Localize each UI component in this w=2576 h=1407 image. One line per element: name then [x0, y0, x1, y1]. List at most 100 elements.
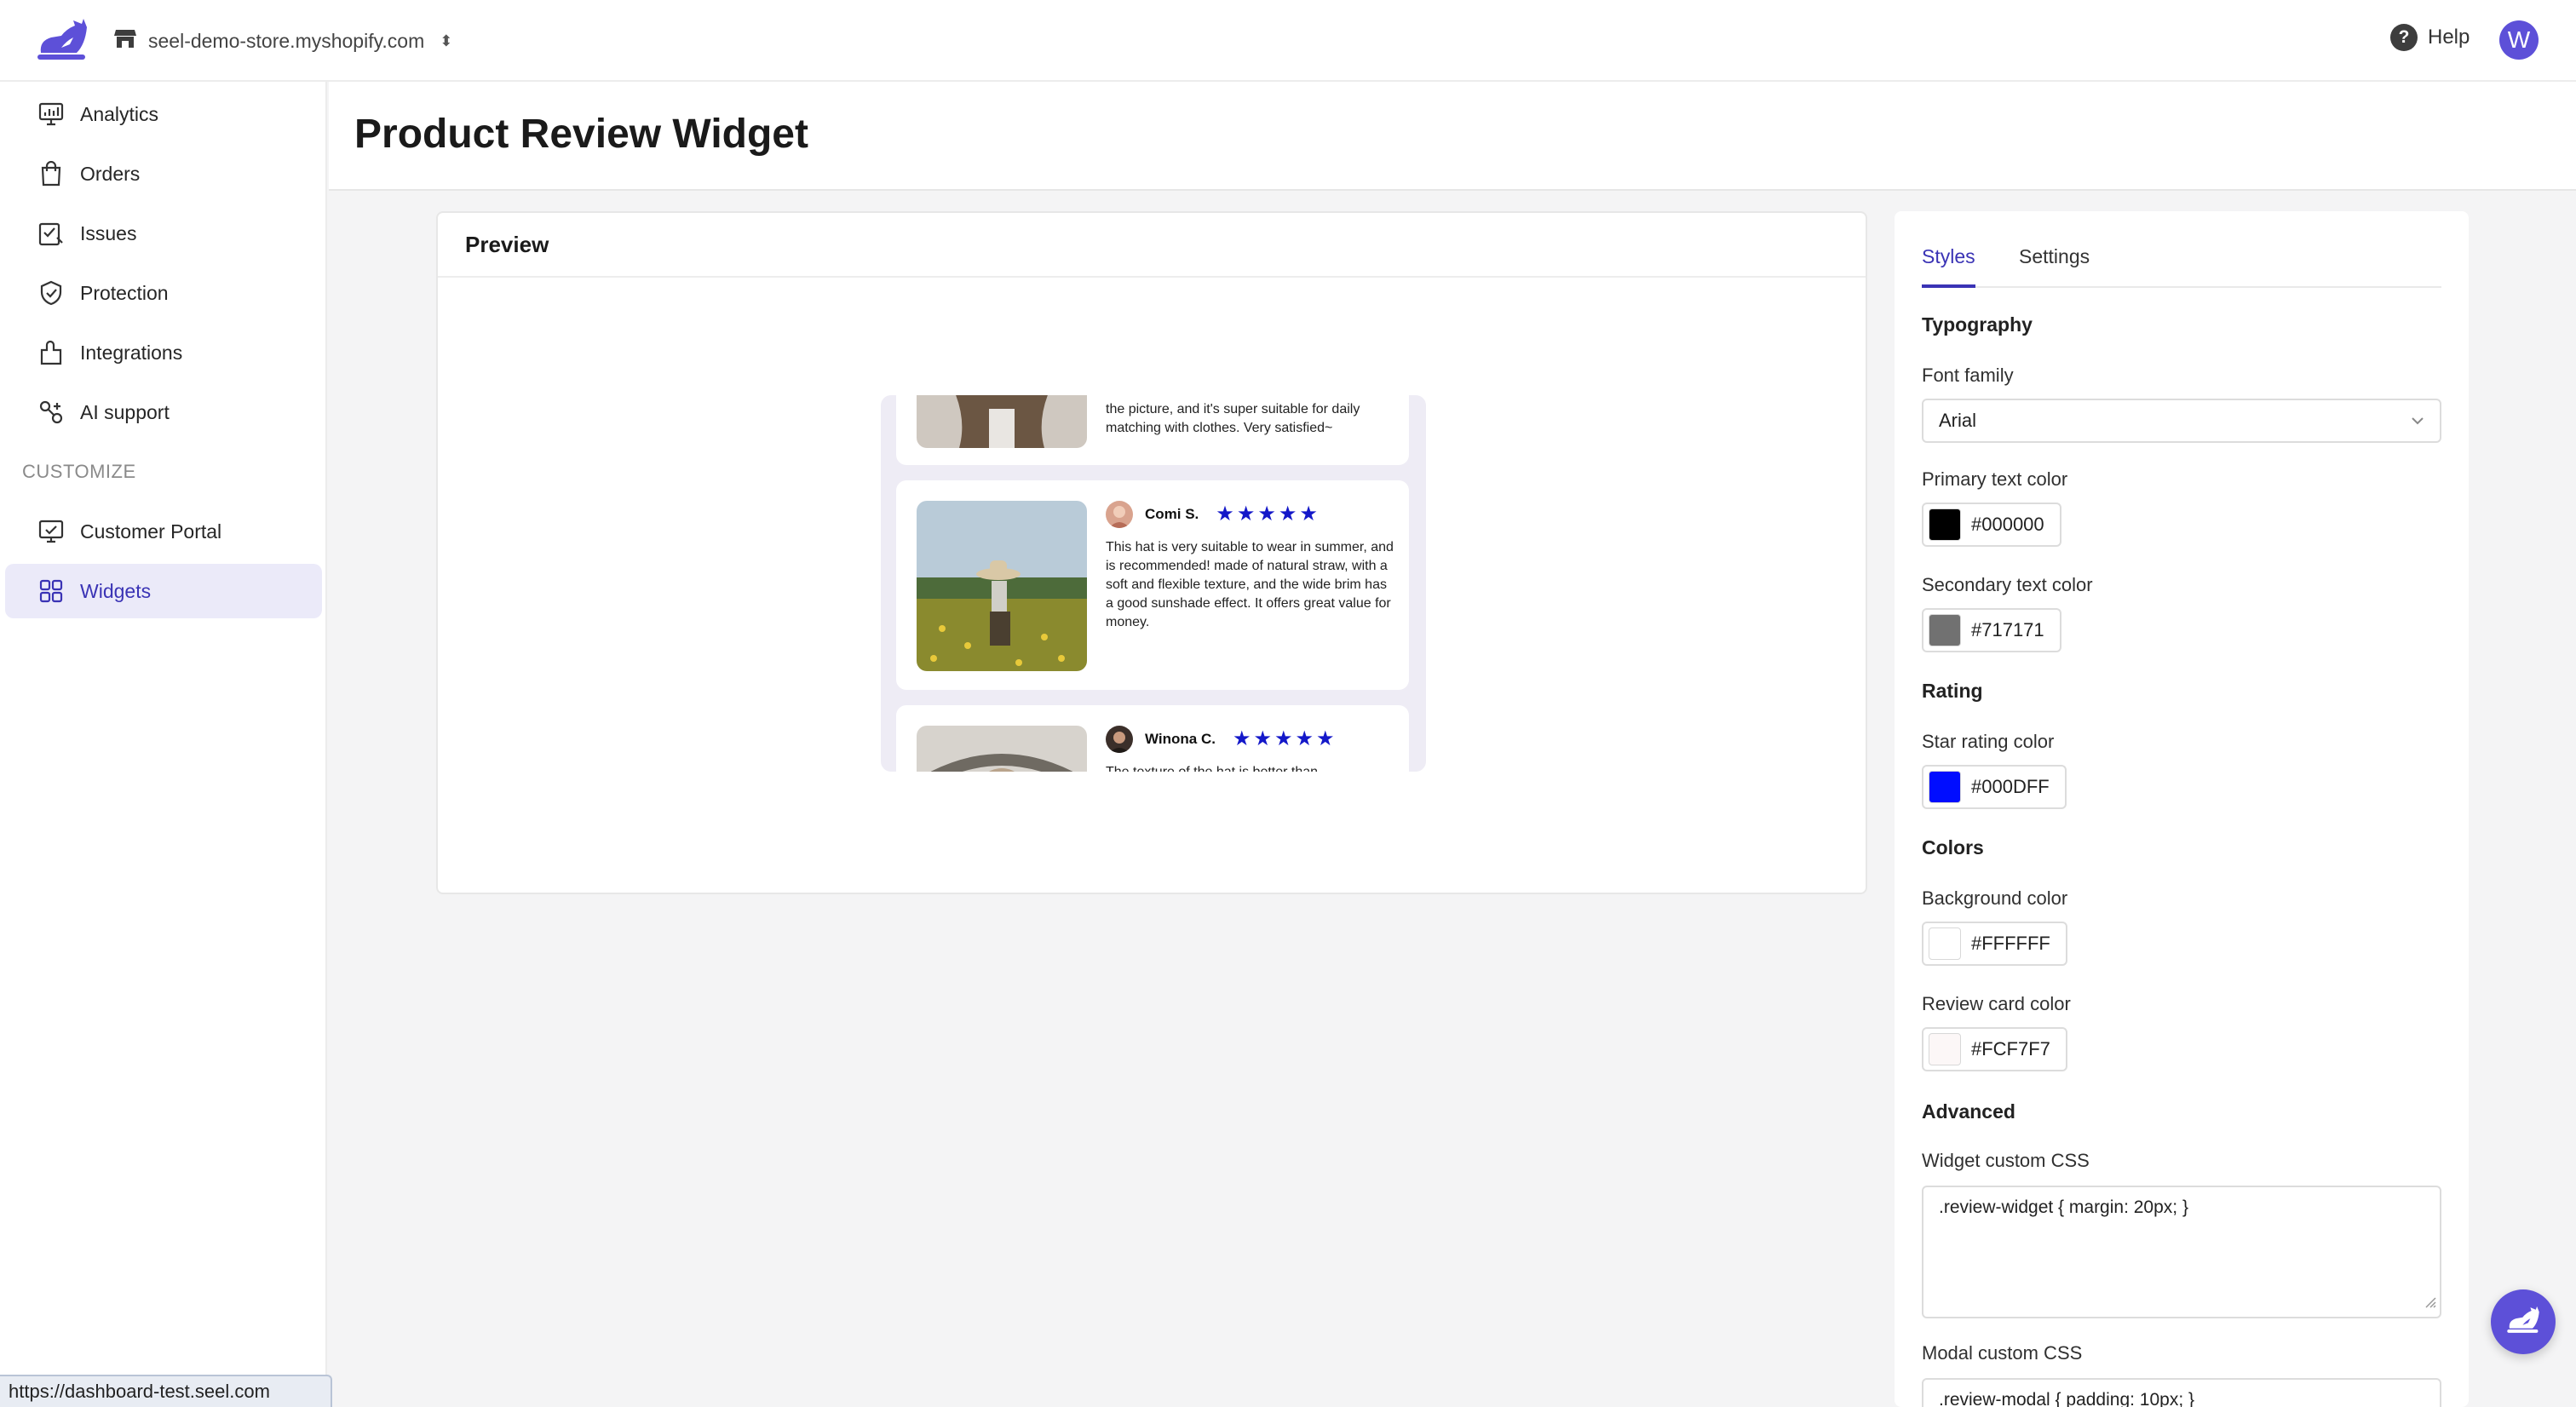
review-photo: [917, 501, 1087, 671]
review-text: This hat is very suitable to wear in sum…: [1106, 540, 1394, 629]
review-photo: [917, 395, 1087, 448]
color-swatch: [1929, 771, 1961, 803]
reviewer-avatar: [1106, 501, 1133, 528]
analytics-icon: [37, 100, 65, 128]
sidebar-item-issues[interactable]: Issues: [5, 206, 322, 261]
background-color-label: Background color: [1922, 887, 2068, 909]
sidebar-item-label: Issues: [80, 221, 137, 244]
sidebar-item-label: Orders: [80, 162, 141, 185]
page-header: Product Review Widget: [329, 82, 2576, 191]
color-swatch: [1929, 927, 1961, 960]
modal-custom-css-value: .review-modal { padding: 10px; }: [1939, 1390, 2195, 1407]
review-body: Winona C. ★★★★★ The texture of the hat i…: [1106, 726, 1395, 772]
star-rating-color-label: Star rating color: [1922, 731, 2055, 752]
color-value: #717171: [1971, 619, 2044, 640]
color-swatch: [1929, 1033, 1961, 1065]
protection-icon: [37, 279, 65, 307]
reviewer-name: Comi S.: [1145, 506, 1199, 522]
review-card-color-picker[interactable]: #FCF7F7: [1922, 1027, 2067, 1071]
panel-tabs: Styles Settings: [1922, 245, 2441, 288]
help-icon: ?: [2390, 24, 2418, 51]
avatar[interactable]: W: [2499, 20, 2539, 60]
sidebar-item-label: Analytics: [80, 102, 159, 125]
primary-text-color-label: Primary text color: [1922, 468, 2068, 490]
reviewer-avatar: [1106, 726, 1133, 753]
tab-styles[interactable]: Styles: [1922, 245, 1975, 288]
support-chat-button[interactable]: [2491, 1289, 2556, 1354]
review-text: The texture of the hat is better than: [1106, 763, 1395, 772]
font-family-value: Arial: [1939, 410, 1977, 431]
sidebar: Analytics Orders Issues Protection Integ…: [0, 82, 327, 1407]
page-title: Product Review Widget: [354, 112, 808, 157]
star-rating-color-picker[interactable]: #000DFF: [1922, 765, 2067, 809]
preview-heading: Preview: [438, 213, 1866, 278]
integrations-icon: [37, 339, 65, 366]
font-family-select[interactable]: Arial: [1922, 399, 2441, 443]
secondary-text-color-label: Secondary text color: [1922, 574, 2093, 595]
issues-icon: [37, 220, 65, 247]
top-bar: seel-demo-store.myshopify.com ⬍ ? Help W: [0, 0, 2576, 82]
widget-custom-css-input[interactable]: .review-widget { margin: 20px; }: [1922, 1186, 2441, 1318]
review-header: Winona C. ★★★★★: [1106, 726, 1395, 753]
sidebar-item-analytics[interactable]: Analytics: [5, 87, 322, 141]
sidebar-item-orders[interactable]: Orders: [5, 146, 322, 201]
customer-portal-icon: [37, 518, 65, 545]
chevron-down-icon: [2409, 412, 2426, 434]
reviewer-name: Winona C.: [1145, 731, 1216, 747]
store-switcher[interactable]: seel-demo-store.myshopify.com ⬍: [114, 26, 452, 56]
sidebar-item-label: Widgets: [80, 579, 152, 602]
preview-card: Preview the picture, and it's super suit…: [436, 211, 1867, 894]
resize-handle-icon[interactable]: [2424, 1293, 2436, 1313]
seel-logo-icon[interactable]: [36, 19, 89, 61]
sidebar-item-ai-support[interactable]: AI support: [5, 385, 322, 439]
sidebar-item-widgets[interactable]: Widgets: [5, 564, 322, 618]
review-header: Comi S. ★★★★★: [1106, 501, 1395, 528]
primary-text-color-picker[interactable]: #000000: [1922, 502, 2061, 547]
review-card-color-label: Review card color: [1922, 993, 2071, 1014]
star-rating: ★★★★★: [1216, 502, 1320, 525]
tab-settings[interactable]: Settings: [2019, 245, 2090, 288]
orders-icon: [37, 160, 65, 187]
sidebar-item-protection[interactable]: Protection: [5, 266, 322, 320]
ai-support-icon: [37, 399, 65, 426]
sidebar-item-integrations[interactable]: Integrations: [5, 325, 322, 380]
review-card: Comi S. ★★★★★ This hat is very suitable …: [896, 480, 1409, 690]
sidebar-item-label: Integrations: [80, 341, 183, 364]
section-label-customize: CUSTOMIZE: [22, 461, 136, 482]
link-status-bar: https://dashboard-test.seel.com: [0, 1375, 332, 1407]
color-value: #FFFFFF: [1971, 933, 2050, 954]
review-card: the picture, and it's super suitable for…: [896, 395, 1409, 465]
sidebar-item-customer-portal[interactable]: Customer Portal: [5, 504, 322, 559]
review-card: Winona C. ★★★★★ The texture of the hat i…: [896, 705, 1409, 772]
seel-chat-icon: [2506, 1306, 2540, 1339]
color-swatch: [1929, 614, 1961, 646]
sidebar-item-label: AI support: [80, 400, 170, 423]
store-name: seel-demo-store.myshopify.com: [148, 29, 425, 52]
review-text: the picture, and it's super suitable for…: [1106, 402, 1360, 435]
color-value: #000DFF: [1971, 776, 2050, 797]
help-label: Help: [2428, 26, 2470, 49]
section-heading-advanced: Advanced: [1922, 1100, 2015, 1123]
star-rating: ★★★★★: [1232, 727, 1337, 750]
modal-custom-css-input[interactable]: .review-modal { padding: 10px; }: [1922, 1378, 2441, 1407]
color-swatch: [1929, 508, 1961, 541]
widget-custom-css-label: Widget custom CSS: [1922, 1150, 2090, 1171]
sidebar-item-label: Customer Portal: [80, 520, 222, 543]
sort-arrows-icon: ⬍: [440, 32, 453, 49]
color-value: #000000: [1971, 514, 2044, 535]
section-heading-colors: Colors: [1922, 836, 1984, 859]
review-body: the picture, and it's super suitable for…: [1106, 395, 1395, 438]
widget-custom-css-value: .review-widget { margin: 20px; }: [1939, 1197, 2188, 1217]
store-icon: [114, 28, 136, 54]
secondary-text-color-picker[interactable]: #717171: [1922, 608, 2061, 652]
section-heading-rating: Rating: [1922, 680, 1983, 702]
help-button[interactable]: ? Help: [2390, 24, 2470, 51]
sidebar-item-label: Protection: [80, 281, 169, 304]
modal-custom-css-label: Modal custom CSS: [1922, 1342, 2083, 1364]
review-widget-preview[interactable]: the picture, and it's super suitable for…: [881, 395, 1426, 772]
background-color-picker[interactable]: #FFFFFF: [1922, 922, 2067, 966]
review-body: Comi S. ★★★★★ This hat is very suitable …: [1106, 501, 1395, 632]
font-family-label: Font family: [1922, 365, 2014, 386]
style-settings-panel: Styles Settings Typography Font family A…: [1895, 211, 2469, 1407]
color-value: #FCF7F7: [1971, 1038, 2050, 1060]
